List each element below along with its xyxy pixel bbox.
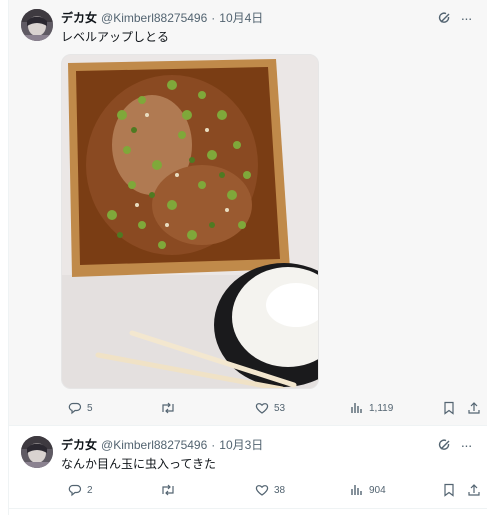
post-text: なんか目ん玉に虫入ってきた [61,457,217,471]
view-count: 904 [369,484,386,496]
post-header: デカ女 @Kimberl88275496 · 10月4日 [61,9,448,27]
reply-button[interactable]: 2 [68,481,93,499]
reply-count: 5 [87,402,93,414]
photo-of-fried-chicken-with-green-onions-and-rice [62,55,318,388]
post-header: デカ女 @Kimberl88275496 · 10月3日 [61,436,448,454]
post-date[interactable]: 10月4日 [219,9,263,27]
like-icon [255,403,269,414]
like-button[interactable]: 53 [255,399,285,417]
like-icon [255,485,269,496]
timeline: デカ女 @Kimberl88275496 · 10月4日 ··· レベルアップし… [8,0,487,515]
share-icon [468,402,480,414]
like-count: 38 [274,484,286,496]
view-count: 1,119 [369,402,394,414]
separator-dot: · [211,438,216,452]
post-actions: 5 53 1,119 [61,399,481,417]
author-handle[interactable]: @Kimberl88275496 [101,436,207,454]
share-button[interactable] [467,399,481,417]
reply-icon [68,402,82,415]
post[interactable]: デカ女 @Kimberl88275496 · 10月3日 ··· なんか目ん玉に… [9,427,487,509]
avatar[interactable] [21,436,53,468]
bookmark-button[interactable] [442,481,456,499]
repost-icon [162,402,174,414]
repost-button[interactable] [160,399,181,417]
grok-icon[interactable] [437,10,453,26]
bookmark-button[interactable] [442,399,456,417]
views-icon [351,485,362,495]
reply-count: 2 [87,484,93,496]
author-name[interactable]: デカ女 [61,9,97,27]
avatar-image [21,436,53,468]
reply-button[interactable]: 5 [68,399,93,417]
views-button[interactable]: 904 [350,481,386,499]
more-icon[interactable]: ··· [458,10,474,26]
author-handle[interactable]: @Kimberl88275496 [101,9,207,27]
repost-icon [162,484,174,496]
share-icon [468,484,480,496]
avatar[interactable] [21,9,53,41]
share-button[interactable] [467,481,481,499]
views-button[interactable]: 1,119 [350,399,393,417]
author-name[interactable]: デカ女 [61,436,97,454]
avatar-image [21,9,53,41]
post[interactable]: デカ女 @Kimberl88275496 · 10月4日 ··· レベルアップし… [9,0,487,426]
separator-dot: · [211,11,216,25]
post-date[interactable]: 10月3日 [219,436,263,454]
bookmark-icon [444,483,454,497]
post-photo[interactable] [61,54,319,389]
repost-button[interactable] [160,481,181,499]
post-actions: 2 38 904 [61,481,481,499]
bookmark-icon [444,401,454,415]
more-icon[interactable]: ··· [458,437,474,453]
views-icon [351,403,362,413]
like-button[interactable]: 38 [255,481,285,499]
post-text: レベルアップしとる [61,30,170,44]
grok-icon[interactable] [437,437,453,453]
like-count: 53 [274,402,286,414]
reply-icon [68,484,82,497]
